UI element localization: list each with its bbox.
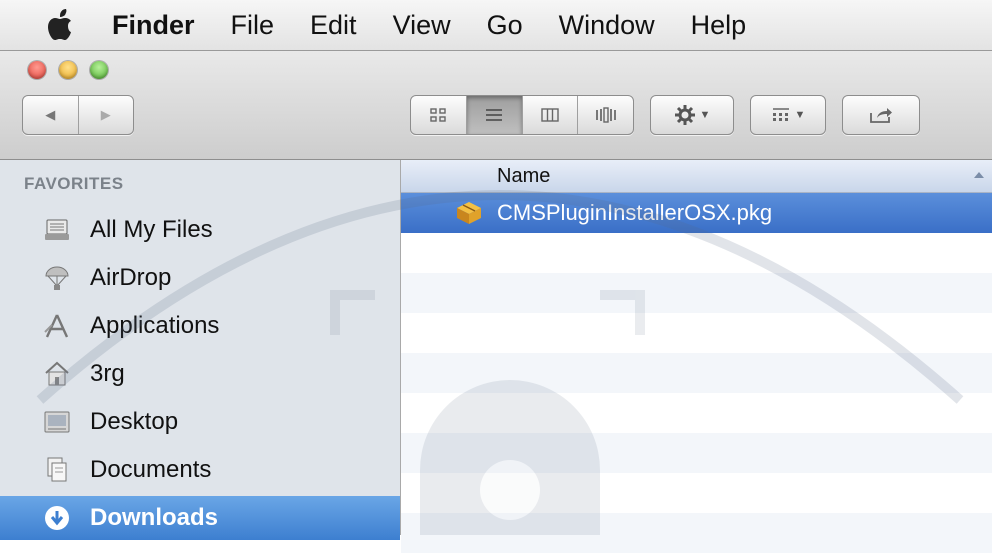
cover-flow-button[interactable] (577, 96, 633, 134)
menu-help[interactable]: Help (691, 10, 747, 41)
arrange-menu-button[interactable]: ▼ (750, 95, 826, 135)
share-cell (843, 96, 919, 134)
sidebar-item-home[interactable]: 3rg (0, 352, 400, 396)
desktop-icon (42, 407, 72, 437)
sidebar-item-label: 3rg (90, 360, 125, 387)
file-list: Name CMSPluginInstallerOSX.pkg (401, 160, 992, 553)
share-button[interactable] (842, 95, 920, 135)
arrange-icon (772, 108, 789, 121)
menu-edit[interactable]: Edit (310, 10, 357, 41)
forward-button[interactable]: ▶ (77, 96, 134, 134)
column-view-button[interactable] (521, 96, 578, 134)
arrange-cell: ▼ (751, 96, 825, 134)
home-icon (42, 359, 72, 389)
menu-bar: Finder File Edit View Go Window Help (0, 0, 992, 51)
empty-row (401, 513, 992, 553)
back-arrow-icon: ◀ (45, 107, 56, 122)
icon-view-icon (430, 108, 447, 122)
downloads-icon (42, 503, 72, 533)
back-button[interactable]: ◀ (23, 96, 78, 134)
sidebar-item-label: Applications (90, 312, 220, 339)
package-icon (457, 202, 481, 224)
empty-row (401, 273, 992, 313)
column-view-icon (541, 108, 559, 122)
applications-icon (42, 311, 72, 341)
share-icon (870, 108, 892, 123)
minimize-window-button[interactable] (59, 61, 77, 79)
menu-go[interactable]: Go (487, 10, 523, 41)
list-view-button[interactable] (465, 96, 522, 134)
table-row[interactable]: CMSPluginInstallerOSX.pkg (401, 193, 992, 233)
menu-view[interactable]: View (393, 10, 451, 41)
chevron-down-icon: ▼ (794, 109, 806, 121)
column-header-label: Name (497, 165, 551, 187)
all-files-icon (42, 215, 72, 245)
menu-finder[interactable]: Finder (112, 10, 195, 41)
gear-icon (674, 105, 695, 125)
action-menu-button[interactable]: ▼ (650, 95, 734, 135)
forward-arrow-icon: ▶ (100, 107, 111, 122)
sidebar-item-desktop[interactable]: Desktop (0, 400, 400, 444)
sidebar-item-airdrop[interactable]: AirDrop (0, 256, 400, 300)
sidebar-item-applications[interactable]: Applications (0, 304, 400, 348)
sidebar-item-label: Desktop (90, 408, 179, 435)
sidebar-item-label: AirDrop (90, 264, 172, 291)
favorites-heading: FAVORITES (24, 174, 124, 193)
sidebar-item-label: Downloads (90, 504, 219, 531)
list-view-icon (486, 109, 503, 121)
action-cell: ▼ (651, 96, 733, 134)
icon-view-button[interactable] (411, 96, 466, 134)
sidebar-item-label: Documents (90, 456, 212, 483)
empty-row (401, 433, 992, 473)
finder-window: ◀ ▶ ▼ ▼ FAVORITES All My Files AirDrop A… (0, 51, 992, 553)
menu-window[interactable]: Window (559, 10, 655, 41)
chevron-down-icon: ▼ (699, 109, 711, 121)
documents-icon (42, 455, 72, 485)
empty-row (401, 353, 992, 393)
menu-file[interactable]: File (231, 10, 275, 41)
back-forward-control: ◀ ▶ (22, 95, 134, 135)
sidebar-item-all-my-files[interactable]: All My Files (0, 208, 400, 252)
sidebar-item-label: All My Files (90, 216, 213, 243)
airdrop-icon (42, 263, 72, 293)
zoom-window-button[interactable] (90, 61, 108, 79)
name-column-header[interactable]: Name (401, 160, 992, 193)
sidebar-item-documents[interactable]: Documents (0, 448, 400, 492)
cover-flow-icon (595, 107, 616, 123)
sidebar-item-downloads[interactable]: Downloads (0, 496, 400, 540)
file-name: CMSPluginInstallerOSX.pkg (497, 200, 773, 225)
apple-logo-icon[interactable] (44, 7, 80, 43)
sort-ascending-icon (974, 172, 984, 178)
sidebar: FAVORITES All My Files AirDrop Applicati… (0, 160, 401, 540)
view-mode-control (410, 95, 634, 135)
toolbar: ◀ ▶ ▼ ▼ (0, 51, 992, 160)
close-window-button[interactable] (28, 61, 46, 79)
